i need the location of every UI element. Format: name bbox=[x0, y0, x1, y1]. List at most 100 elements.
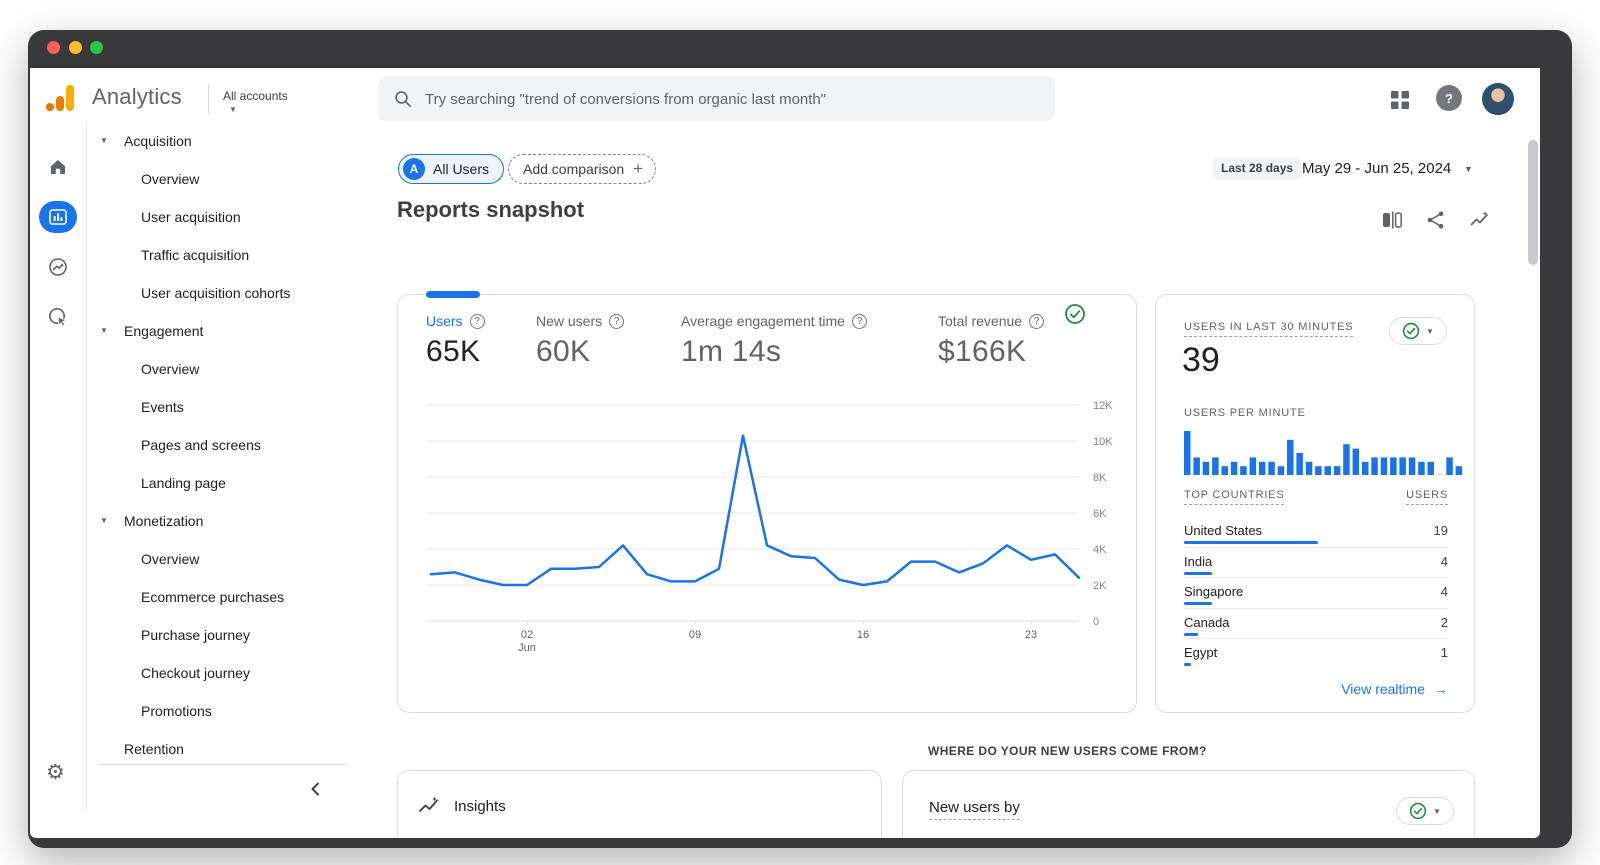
nav-item-monetization-ecommerce-purchases[interactable]: Ecommerce purchases bbox=[87, 578, 378, 616]
chevron-down-icon[interactable]: ▼ bbox=[229, 105, 237, 114]
help-icon[interactable]: ? bbox=[1436, 85, 1462, 111]
country-users: 4 bbox=[1440, 584, 1448, 599]
svg-text:09: 09 bbox=[689, 629, 701, 641]
nav-item-engagement-landing-page[interactable]: Landing page bbox=[87, 464, 378, 502]
view-realtime-label: View realtime bbox=[1341, 681, 1425, 697]
apps-grid-icon[interactable] bbox=[1390, 90, 1410, 110]
nav-section-retention[interactable]: Retention bbox=[87, 730, 378, 768]
search-icon bbox=[395, 91, 412, 108]
topbar-divider bbox=[208, 84, 209, 114]
country-users: 19 bbox=[1433, 523, 1448, 538]
data-quality-check-icon[interactable] bbox=[1064, 303, 1086, 325]
insights-header[interactable]: Insights bbox=[418, 795, 506, 817]
view-realtime-link[interactable]: View realtime → bbox=[1341, 681, 1448, 697]
edit-comparison-icon[interactable] bbox=[1382, 210, 1402, 230]
country-users: 1 bbox=[1440, 645, 1448, 660]
metric-label: New users bbox=[536, 313, 603, 329]
nav-item-acquisition-user-acquisition-cohorts[interactable]: User acquisition cohorts bbox=[87, 274, 378, 312]
reports-snapshot-card: Users? 65K New users? 60K Average engagement… bbox=[397, 291, 1137, 713]
metric-value: 60K bbox=[536, 335, 591, 368]
users-last-30min-value: 39 bbox=[1182, 341, 1220, 379]
analytics-logo-icon[interactable] bbox=[46, 85, 76, 113]
vertical-scrollbar-thumb[interactable] bbox=[1528, 140, 1538, 265]
country-bar bbox=[1184, 541, 1318, 544]
help-icon[interactable]: ? bbox=[469, 313, 485, 329]
nav-item-engagement-pages-and-screens[interactable]: Pages and screens bbox=[87, 426, 378, 464]
add-comparison-label: Add comparison bbox=[523, 161, 625, 177]
metric-new-users[interactable]: New users? 60K bbox=[536, 313, 625, 369]
users-per-minute-chart bbox=[1184, 431, 1463, 475]
add-comparison-button[interactable]: Add comparison + bbox=[508, 154, 657, 184]
nav-item-engagement-events[interactable]: Events bbox=[87, 388, 378, 426]
metric-label: Average engagement time bbox=[681, 313, 845, 329]
svg-text:2K: 2K bbox=[1093, 580, 1107, 592]
account-selector[interactable]: All accounts bbox=[223, 89, 288, 103]
avatar[interactable] bbox=[1482, 83, 1514, 115]
metric-users[interactable]: Users? 65K bbox=[426, 313, 485, 369]
country-bar bbox=[1184, 602, 1212, 605]
home-icon[interactable] bbox=[48, 157, 68, 177]
nav-section-monetization[interactable]: ▼ Monetization bbox=[87, 502, 378, 540]
chevron-down-icon[interactable]: ▼ bbox=[1464, 164, 1473, 174]
arrow-right-icon: → bbox=[1434, 681, 1448, 697]
window-titlebar bbox=[28, 30, 1572, 68]
admin-gear-icon[interactable]: ⚙ bbox=[46, 762, 65, 783]
app-window: Analytics All accounts ▼ ? bbox=[28, 30, 1572, 848]
product-name: Analytics bbox=[92, 84, 182, 109]
insights-icon[interactable] bbox=[1470, 210, 1490, 230]
svg-text:02: 02 bbox=[521, 629, 533, 641]
new-users-section-heading: WHERE DO YOUR NEW USERS COME FROM? bbox=[928, 744, 1207, 758]
page-title: Reports snapshot bbox=[397, 197, 585, 222]
svg-text:23: 23 bbox=[1025, 629, 1037, 641]
users-line-chart: 12K 10K 8K 6K 4K 2K 0 02Jun 09 16 23 bbox=[426, 400, 1113, 654]
help-icon[interactable]: ? bbox=[1029, 313, 1045, 329]
svg-text:4K: 4K bbox=[1093, 544, 1107, 556]
nav-item-monetization-checkout-journey[interactable]: Checkout journey bbox=[87, 654, 378, 692]
help-icon[interactable]: ? bbox=[851, 313, 867, 329]
new-users-status-dropdown[interactable]: ▼ bbox=[1396, 797, 1454, 825]
nav-section-acquisition[interactable]: ▼ Acquisition bbox=[87, 122, 378, 160]
share-icon[interactable] bbox=[1426, 210, 1446, 230]
realtime-status-dropdown[interactable]: ▼ bbox=[1389, 317, 1447, 345]
new-users-by-label: New users by bbox=[929, 799, 1020, 820]
nav-item-monetization-overview[interactable]: Overview bbox=[87, 540, 378, 578]
country-bar bbox=[1184, 663, 1191, 666]
advertising-icon[interactable] bbox=[48, 307, 68, 327]
date-range-selector[interactable]: May 29 - Jun 25, 2024 bbox=[1302, 160, 1451, 177]
zoom-window-button[interactable] bbox=[90, 41, 103, 54]
topbar: Analytics All accounts ▼ ? bbox=[30, 68, 1540, 130]
nav-section-engagement[interactable]: ▼ Engagement bbox=[87, 312, 378, 350]
metric-average-engagement-time[interactable]: Average engagement time? 1m 14s bbox=[681, 313, 867, 369]
collapse-sidebar-icon[interactable] bbox=[307, 780, 325, 798]
nav-section-label: Monetization bbox=[124, 513, 204, 529]
chevron-down-icon[interactable]: ▼ bbox=[100, 312, 108, 350]
metric-value: 65K bbox=[426, 335, 481, 368]
chevron-down-icon[interactable]: ▼ bbox=[100, 122, 108, 160]
top-countries-list: United States 19 India 4 Singapore 4 Canada 2 Eg… bbox=[1184, 517, 1448, 670]
all-users-chip-label: All Users bbox=[433, 161, 490, 177]
country-row-united-states: United States 19 bbox=[1184, 517, 1448, 548]
metric-total-revenue[interactable]: Total revenue? $166K bbox=[938, 313, 1045, 369]
nav-item-acquisition-user-acquisition[interactable]: User acquisition bbox=[87, 198, 378, 236]
reports-nav-icon-active[interactable] bbox=[39, 201, 77, 233]
nav-item-acquisition-overview[interactable]: Overview bbox=[87, 160, 378, 198]
nav-item-acquisition-traffic-acquisition[interactable]: Traffic acquisition bbox=[87, 236, 378, 274]
all-users-chip[interactable]: A All Users bbox=[398, 154, 505, 184]
segment-a-icon: A bbox=[403, 158, 425, 180]
search-input[interactable] bbox=[425, 90, 1039, 108]
svg-text:16: 16 bbox=[857, 629, 869, 641]
nav-item-monetization-purchase-journey[interactable]: Purchase journey bbox=[87, 616, 378, 654]
report-actions bbox=[1382, 210, 1490, 230]
explore-icon[interactable] bbox=[48, 257, 68, 277]
country-name: Singapore bbox=[1184, 584, 1244, 599]
active-metric-tab-indicator bbox=[426, 291, 480, 298]
help-icon[interactable]: ? bbox=[609, 313, 625, 329]
search-bar[interactable] bbox=[378, 77, 1055, 121]
nav-item-engagement-overview[interactable]: Overview bbox=[87, 350, 378, 388]
close-window-button[interactable] bbox=[47, 41, 60, 54]
nav-item-monetization-promotions[interactable]: Promotions bbox=[87, 692, 378, 730]
country-row-singapore: Singapore 4 bbox=[1184, 578, 1448, 609]
chevron-down-icon[interactable]: ▼ bbox=[100, 502, 108, 540]
country-row-india: India 4 bbox=[1184, 548, 1448, 578]
minimize-window-button[interactable] bbox=[69, 41, 82, 54]
